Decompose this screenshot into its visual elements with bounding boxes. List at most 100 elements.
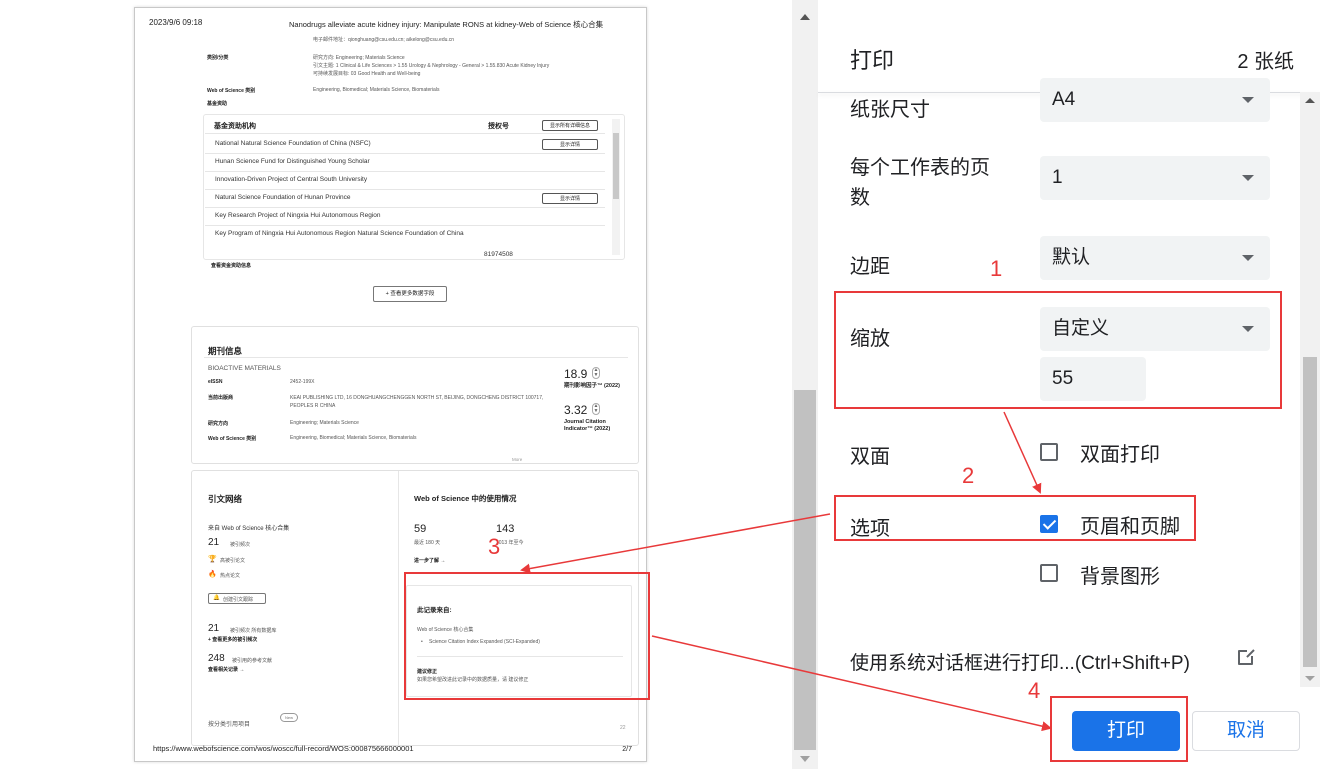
jci-stepper-icon[interactable]: ▲ ▼ [592, 403, 600, 415]
usage-180-label: 最近 180 天 [414, 540, 441, 546]
chevron-down-icon [1242, 97, 1254, 103]
settings-scrollbar[interactable] [1300, 92, 1320, 687]
new-badge: New [280, 713, 298, 722]
funding-row: Key Program of Ningxia Hui Autonomous Re… [215, 230, 464, 237]
see-more-times-link[interactable]: + 查看更多的被引频次 [208, 636, 257, 643]
refs-label: 被引用的参考文献 [232, 658, 273, 664]
journal-research-value: Engineering; Materials Science [290, 420, 359, 426]
pages-per-sheet-label-line2: 数 [850, 187, 870, 209]
settings-scroll-thumb[interactable] [1303, 357, 1317, 667]
scroll-up-arrow-icon[interactable] [800, 14, 810, 20]
funding-col-agency: 基金资助机构 [214, 123, 256, 130]
divider [205, 207, 605, 208]
divider [205, 153, 605, 154]
paper-size-select[interactable]: A4 [1040, 78, 1270, 122]
scroll-up-arrow-icon[interactable] [1305, 98, 1315, 103]
preview-scroll-thumb[interactable] [794, 390, 816, 750]
create-citation-alert-button[interactable]: 🔔 创建引文跟踪 [208, 593, 266, 604]
annotation-number-4: 4 [1028, 678, 1041, 703]
impact-factor-value: 18.9 [564, 367, 588, 381]
duplex-label: 双面 [850, 446, 890, 468]
background-graphics-label[interactable]: 背景图形 [1080, 560, 1160, 589]
cancel-button[interactable]: 取消 [1192, 711, 1300, 751]
publisher-value: KEAI PUBLISHING LTD, 16 DONGHUANGCHENGGE… [290, 395, 544, 409]
divider [398, 471, 399, 747]
divider [204, 357, 628, 358]
page-footer-url: https://www.webofscience.com/wos/woscc/f… [153, 744, 414, 753]
annotation-box-options [834, 495, 1196, 541]
open-in-new-icon[interactable] [1238, 648, 1255, 665]
publisher-label: 当前出版商 [208, 395, 234, 401]
funding-row: Hunan Science Fund for Distinguished You… [215, 158, 370, 165]
pages-per-sheet-value: 1 [1052, 167, 1063, 188]
journal-wos-cat-value: Engineering, Biomedical; Materials Scien… [290, 435, 417, 441]
view-funding-info[interactable]: 查看资金资助信息 [211, 262, 251, 269]
scroll-down-arrow-icon[interactable] [1305, 676, 1315, 681]
divider [205, 171, 605, 172]
page-header-date: 2023/9/6 09:18 [149, 18, 203, 27]
journal-more-link[interactable]: More [512, 457, 522, 462]
classify-citations-label: 按分类引用项目 [208, 722, 251, 728]
all-db-cited-label: 被引频次 所有数据库 [230, 628, 277, 634]
bell-icon: 🔔 [213, 595, 220, 601]
sheet-count: 2 张纸 [1237, 51, 1294, 73]
highly-cited-label: 高被引论文 [220, 558, 246, 564]
pages-per-sheet-label-line1: 每个工作表的页 [850, 157, 990, 179]
citation-topic: 引文主题: 1 Clinical & Life Sciences > 1.55 … [313, 63, 550, 69]
duplex-checkbox[interactable] [1040, 443, 1058, 461]
annotation-number-1: 1 [990, 256, 1003, 281]
funding-table: 基金资助机构 授权号 显示所有详细信息 显示详情 显示详情 81974508 [203, 114, 625, 260]
funding-label: 基金资助 [207, 101, 228, 107]
research-area: 研究方向: Engineering; Materials Science [313, 55, 405, 61]
jci-value: 3.32 [564, 403, 588, 417]
margins-select[interactable]: 默认 [1040, 236, 1270, 280]
pages-per-sheet-select[interactable]: 1 [1040, 156, 1270, 200]
category-label: 类别/分类 [207, 55, 229, 61]
wos-category-value: Engineering, Biomedical; Materials Scien… [313, 87, 440, 93]
preview-scrollbar[interactable] [792, 0, 818, 769]
learn-more-link[interactable]: 进一步了解 → [414, 557, 445, 564]
see-related-link[interactable]: 查看相关记录 → [208, 666, 244, 673]
usage-180-count: 59 [414, 523, 427, 535]
jci-label: Journal Citation Indicator™ (2022) [564, 419, 611, 432]
journal-research-label: 研究方向 [208, 421, 229, 427]
annotation-number-3: 3 [488, 534, 501, 559]
if-stepper-icon[interactable]: ▲ ▼ [592, 367, 600, 379]
times-cited-number: 21 [208, 537, 220, 548]
background-graphics-checkbox[interactable] [1040, 564, 1058, 582]
page-header-title: Nanodrugs alleviate acute kidney injury:… [289, 20, 604, 29]
funding-row: Innovation-Driven Project of Central Sou… [215, 176, 368, 183]
journal-section-title: 期刊信息 [208, 346, 243, 356]
print-dialog-title: 打印 [850, 48, 895, 73]
chevron-down-icon [1242, 175, 1254, 181]
all-db-cited-number: 21 [208, 623, 220, 634]
usage-title: Web of Science 中的使用情况 [414, 494, 517, 503]
scroll-down-arrow-icon[interactable] [800, 756, 810, 762]
paper-size-label: 纸张尺寸 [850, 99, 930, 121]
journal-wos-cat-label: Web of Science 类别 [208, 436, 257, 442]
duplex-option-label[interactable]: 双面打印 [1080, 438, 1160, 467]
journal-info-card: 期刊信息 BIOACTIVE MATERIALS eISSN 2452-199X… [191, 326, 639, 464]
show-all-details-button[interactable]: 显示所有详细信息 [542, 120, 598, 131]
hot-paper-label: 热点论文 [220, 573, 241, 579]
margins-value: 默认 [1052, 247, 1091, 268]
annotation-box-scale [834, 291, 1282, 409]
create-alert-label: 创建引文跟踪 [223, 597, 254, 603]
funding-row: Key Research Project of Ningxia Hui Auto… [215, 212, 381, 219]
page-counter: 22 [620, 725, 626, 731]
funding-row: National Natural Science Foundation of C… [215, 140, 371, 147]
trophy-icon: 🏆 [208, 556, 217, 563]
impact-factor-label: 期刊影响因子™ (2022) [564, 383, 620, 389]
pages-per-sheet-label: 每个工作表的页 数 [850, 153, 990, 213]
grant-number: 81974508 [484, 251, 513, 258]
view-more-fields-button[interactable]: + 查看更多数据字段 [373, 286, 447, 302]
divider [205, 133, 605, 134]
funding-col-grant: 授权号 [488, 123, 509, 130]
refs-number: 248 [208, 653, 225, 664]
sdg-line: 可持续发展目标: 03 Good Health and Well-being [313, 71, 421, 77]
annotation-box-print [1050, 696, 1188, 762]
system-dialog-link[interactable]: 使用系统对话框进行打印...(Ctrl+Shift+P) [850, 648, 1190, 675]
page-footer-number: 2/7 [622, 746, 632, 753]
paper-size-value: A4 [1052, 89, 1076, 110]
eissn-value: 2452-199X [290, 379, 315, 385]
